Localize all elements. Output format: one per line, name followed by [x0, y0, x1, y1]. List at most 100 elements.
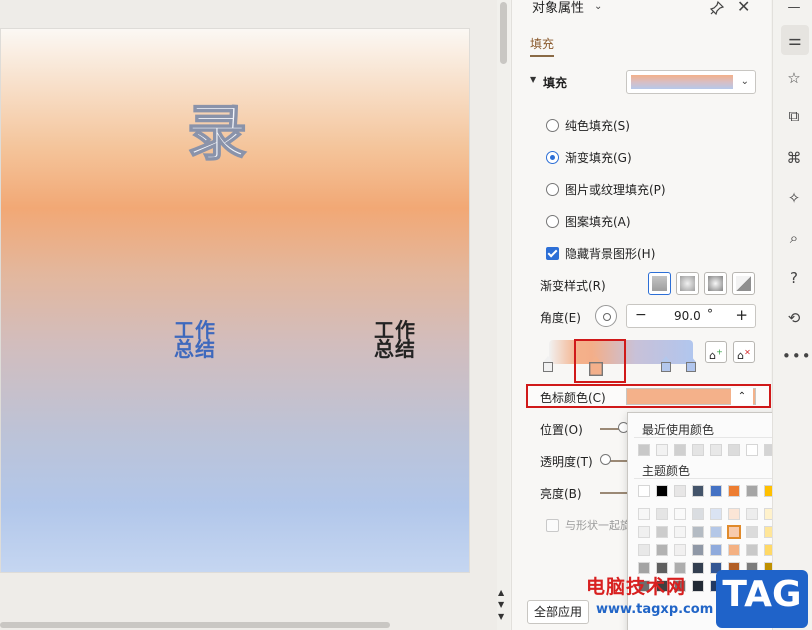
chevron-down-icon[interactable]: ⌄	[594, 1, 602, 12]
page-down-icon[interactable]: ▼	[498, 600, 504, 609]
star-icon[interactable]: ☆	[782, 66, 806, 90]
recent-color-swatch[interactable]	[710, 444, 722, 456]
horizontal-scrollbar-thumb[interactable]	[0, 622, 390, 628]
angle-stepper[interactable]: − 90.0 ° +	[626, 304, 756, 328]
theme-tint-swatch[interactable]	[674, 526, 686, 538]
rectangular-gradient-button[interactable]	[704, 272, 727, 295]
transparency-slider-knob[interactable]	[600, 454, 611, 465]
solid-fill-option[interactable]: 纯色填充(S)	[546, 117, 630, 134]
angle-dial-icon[interactable]	[595, 305, 617, 327]
theme-color-swatch[interactable]	[728, 485, 740, 497]
radial-gradient-icon	[680, 276, 695, 291]
theme-tint-swatch[interactable]	[746, 544, 758, 556]
recent-color-swatch[interactable]	[746, 444, 758, 456]
theme-tint-swatch[interactable]	[656, 508, 668, 520]
add-stop-button[interactable]: ⌂+	[705, 341, 727, 363]
theme-tint-swatch[interactable]	[710, 508, 722, 520]
tab-active-indicator	[530, 55, 554, 57]
slide[interactable]: 录 工作总结 工作总结	[0, 28, 470, 573]
theme-color-swatch[interactable]	[710, 485, 722, 497]
help-icon[interactable]: ?	[782, 266, 806, 290]
more-icon[interactable]: •••	[782, 344, 811, 368]
gradient-stop[interactable]	[660, 356, 672, 373]
recent-color-swatch[interactable]	[692, 444, 704, 456]
recent-color-swatch[interactable]	[638, 444, 650, 456]
theme-color-swatch[interactable]	[746, 485, 758, 497]
chevron-up-icon[interactable]: ⌃	[731, 388, 753, 405]
theme-tint-swatch[interactable]	[692, 508, 704, 520]
rotate-with-shape-label: 与形状一起旋	[565, 519, 631, 532]
slide-title-blue[interactable]: 工作总结	[169, 320, 221, 359]
brightness-slider-track[interactable]	[600, 492, 630, 494]
gradient-stop[interactable]	[542, 356, 554, 373]
fill-preview-dropdown[interactable]: ⌄	[626, 70, 756, 94]
recent-color-swatch[interactable]	[674, 444, 686, 456]
theme-tint-swatch[interactable]	[710, 526, 722, 538]
chart-icon[interactable]: ⌘	[782, 146, 806, 170]
minimize-icon[interactable]: —	[782, 0, 806, 20]
vertical-scrollbar[interactable]	[497, 0, 510, 630]
magic-icon[interactable]: ✧	[782, 186, 806, 210]
pattern-fill-option[interactable]: 图案填充(A)	[546, 213, 631, 230]
theme-tint-swatch[interactable]	[728, 544, 740, 556]
linear-gradient-button[interactable]	[648, 272, 671, 295]
theme-tint-swatch[interactable]	[746, 508, 758, 520]
theme-tint-swatch[interactable]	[656, 544, 668, 556]
scroll-down-icon[interactable]: ▼	[498, 612, 504, 621]
recent-color-swatch[interactable]	[656, 444, 668, 456]
radio-button[interactable]	[546, 183, 559, 196]
radio-button[interactable]	[546, 215, 559, 228]
theme-color-swatch[interactable]	[692, 485, 704, 497]
theme-tint-swatch[interactable]	[710, 544, 722, 556]
picture-fill-option[interactable]: 图片或纹理填充(P)	[546, 181, 666, 198]
checkbox-checked[interactable]	[546, 247, 559, 260]
recent-color-swatch[interactable]	[728, 444, 740, 456]
watermark-text: 电脑技术网	[586, 576, 687, 598]
right-toolbar: — ⚌ ☆ ⧉ ⌘ ✧ ⌕ ? ⟲ •••	[772, 0, 812, 630]
backup-icon[interactable]: ⟲	[782, 306, 806, 330]
radial-gradient-button[interactable]	[676, 272, 699, 295]
theme-tint-swatch[interactable]	[692, 526, 704, 538]
close-icon[interactable]: ✕	[737, 0, 750, 16]
theme-tint-swatch[interactable]	[674, 508, 686, 520]
checkbox-disabled[interactable]	[546, 518, 559, 532]
theme-tint-swatch[interactable]	[638, 508, 650, 520]
page-up-icon[interactable]: ▲	[498, 588, 504, 597]
decrement-button[interactable]: −	[635, 307, 647, 323]
tab-fill[interactable]: 填充	[530, 35, 554, 52]
pin-icon[interactable]	[709, 0, 725, 16]
theme-tint-swatch[interactable]	[674, 544, 686, 556]
theme-tint-swatch[interactable]	[656, 526, 668, 538]
theme-tint-swatch[interactable]	[728, 508, 740, 520]
radio-button-selected[interactable]	[546, 151, 559, 164]
position-label: 位置(O)	[540, 423, 583, 437]
gradient-stop[interactable]	[685, 356, 697, 373]
stop-color-dropdown[interactable]: ⌃	[626, 388, 756, 405]
delete-stop-button[interactable]: ⌂×	[733, 341, 755, 363]
path-gradient-button[interactable]	[732, 272, 755, 295]
theme-tint-swatch[interactable]	[746, 526, 758, 538]
fill-section-label[interactable]: 填充	[543, 74, 567, 91]
vertical-scrollbar-thumb[interactable]	[500, 2, 507, 64]
theme-tint-swatch[interactable]	[638, 544, 650, 556]
theme-color-swatch[interactable]	[656, 485, 668, 497]
theme-color-swatch[interactable]	[674, 485, 686, 497]
theme-tint-swatch[interactable]	[727, 525, 741, 539]
collapse-triangle-icon[interactable]: ▼	[530, 75, 536, 84]
increment-button[interactable]: +	[735, 306, 748, 324]
theme-color-swatch[interactable]	[638, 485, 650, 497]
rotate-with-shape-option[interactable]: 与形状一起旋	[546, 517, 631, 533]
shapes-icon[interactable]: ⧉	[782, 104, 806, 128]
property-tool-button[interactable]: ⚌	[781, 25, 809, 55]
book-search-icon[interactable]: ⌕	[782, 226, 806, 250]
theme-tint-swatch[interactable]	[638, 526, 650, 538]
pane-title[interactable]: 对象属性	[532, 0, 584, 18]
angle-value[interactable]: 90.0	[674, 309, 701, 323]
gradient-fill-option[interactable]: 渐变填充(G)	[546, 149, 632, 166]
sliders-icon: ⚌	[788, 31, 802, 49]
slide-canvas-area[interactable]: 录 工作总结 工作总结	[0, 0, 497, 630]
hide-background-option[interactable]: 隐藏背景图形(H)	[546, 245, 655, 262]
theme-tint-swatch[interactable]	[692, 544, 704, 556]
slide-title-dark[interactable]: 工作总结	[369, 320, 421, 359]
radio-button[interactable]	[546, 119, 559, 132]
